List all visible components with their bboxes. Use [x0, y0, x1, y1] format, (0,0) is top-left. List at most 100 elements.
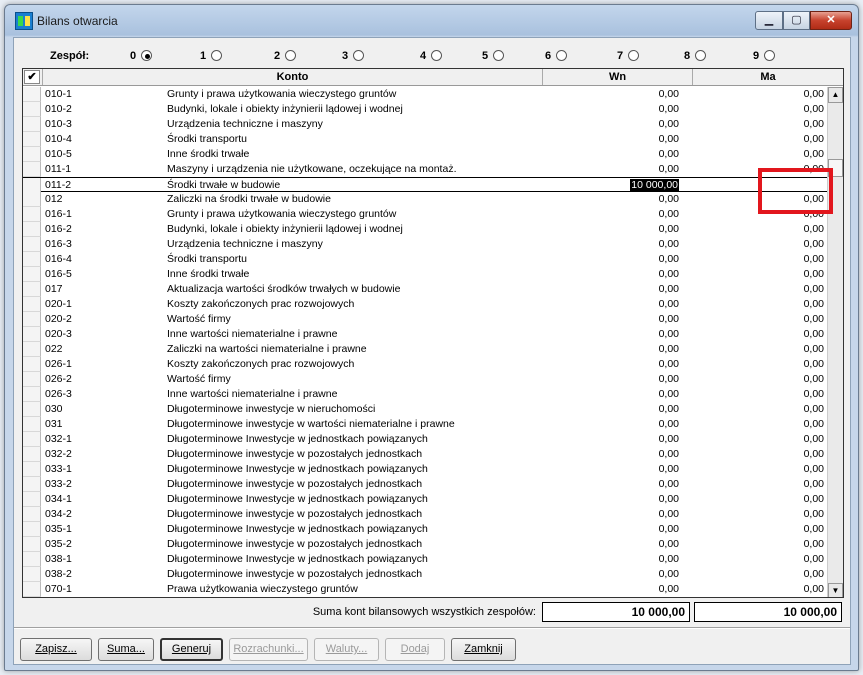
cell-wn[interactable]: 0,00 — [543, 132, 679, 146]
table-row[interactable]: 016-4 Środki transportu 0,00 0,00 — [23, 252, 827, 267]
table-row[interactable]: 035-2 Długoterminowe inwestycje w pozosta… — [23, 537, 827, 552]
scroll-thumb[interactable] — [828, 159, 843, 177]
radio-icon[interactable] — [628, 50, 640, 61]
row-selector[interactable] — [23, 357, 41, 372]
cell-ma[interactable]: 0,00 — [691, 282, 824, 296]
row-selector[interactable] — [23, 477, 41, 492]
row-selector[interactable] — [23, 522, 41, 537]
cell-ma[interactable]: 0,00 — [691, 162, 824, 176]
team-option-0[interactable]: 0 — [130, 50, 153, 62]
cell-ma[interactable]: 0,00 — [691, 87, 824, 101]
cell-ma[interactable]: 0,00 — [691, 297, 824, 311]
cell-ma[interactable]: 0,00 — [691, 477, 824, 491]
table-row[interactable]: 016-2 Budynki, lokale i obiekty inżynieri… — [23, 222, 827, 237]
table-row[interactable]: 011-1 Maszyny i urządzenia nie użytkowane… — [23, 162, 827, 177]
cell-ma[interactable]: 0,00 — [691, 447, 824, 461]
cell-ma[interactable]: 0,00 — [691, 147, 824, 161]
table-row[interactable]: 017 Aktualizacja wartości środków trwałyc… — [23, 282, 827, 297]
team-option-4[interactable]: 4 — [420, 50, 443, 62]
radio-icon[interactable] — [764, 50, 776, 61]
table-row[interactable]: 016-5 Inne środki trwałe 0,00 0,00 — [23, 267, 827, 282]
team-option-1[interactable]: 1 — [200, 50, 223, 62]
row-selector[interactable] — [23, 447, 41, 462]
table-row[interactable]: 020-1 Koszty zakończonych prac rozwojowyc… — [23, 297, 827, 312]
row-selector[interactable] — [23, 537, 41, 552]
check-all-icon[interactable]: ✔ — [24, 70, 40, 84]
row-selector[interactable] — [23, 312, 41, 327]
cell-ma[interactable]: 0,00 — [691, 342, 824, 356]
cell-wn[interactable]: 0,00 — [543, 552, 679, 566]
team-option-6[interactable]: 6 — [545, 50, 568, 62]
cell-wn[interactable]: 0,00 — [543, 102, 679, 116]
table-row[interactable]: 033-2 Długoterminowe inwestycje w pozosta… — [23, 477, 827, 492]
table-row[interactable]: 034-2 Długoterminowe inwestycje w pozosta… — [23, 507, 827, 522]
cell-ma[interactable]: 0,00 — [691, 462, 824, 476]
table-row[interactable]: 010-5 Inne środki trwałe 0,00 0,00 — [23, 147, 827, 162]
cell-wn[interactable]: 0,00 — [543, 537, 679, 551]
cell-wn[interactable]: 0,00 — [543, 327, 679, 341]
table-row[interactable]: 026-3 Inne wartości niematerialne i prawn… — [23, 387, 827, 402]
row-selector[interactable] — [23, 102, 41, 117]
row-selector[interactable] — [23, 237, 41, 252]
cell-wn[interactable]: 0,00 — [543, 417, 679, 431]
row-selector[interactable] — [23, 147, 41, 162]
row-selector[interactable] — [23, 207, 41, 222]
cell-wn[interactable]: 0,00 — [543, 192, 679, 206]
radio-icon[interactable] — [141, 50, 153, 61]
grid-header-check[interactable]: ✔ — [23, 69, 43, 85]
radio-icon[interactable] — [695, 50, 707, 61]
cell-ma[interactable]: 0,00 — [691, 582, 824, 596]
cell-wn[interactable]: 0,00 — [543, 507, 679, 521]
row-selector[interactable] — [23, 417, 41, 432]
zamknij-button[interactable]: Zamknij — [451, 638, 516, 661]
minimize-button[interactable]: ▁ — [755, 11, 783, 30]
row-selector[interactable] — [23, 342, 41, 357]
row-selector[interactable] — [23, 252, 41, 267]
cell-wn[interactable]: 0,00 — [543, 357, 679, 371]
cell-ma[interactable]: 0,00 — [691, 507, 824, 521]
title-bar[interactable]: Bilans otwarcia ▁ ▢ ✕ — [5, 5, 858, 37]
table-row[interactable]: 035-1 Długoterminowe Inwestycje w jednost… — [23, 522, 827, 537]
cell-wn[interactable]: 0,00 — [543, 162, 679, 176]
cell-wn[interactable]: 0,00 — [543, 147, 679, 161]
table-row[interactable]: 038-1 Długoterminowe Inwestycje w jednost… — [23, 552, 827, 567]
cell-ma[interactable]: 0,00 — [691, 117, 824, 131]
table-row[interactable]: 032-2 Długoterminowe inwestycje w pozosta… — [23, 447, 827, 462]
team-option-3[interactable]: 3 — [342, 50, 365, 62]
table-row[interactable]: 026-1 Koszty zakończonych prac rozwojowyc… — [23, 357, 827, 372]
cell-ma[interactable]: 0,00 — [691, 402, 824, 416]
header-konto[interactable]: Konto — [43, 69, 543, 85]
radio-icon[interactable] — [285, 50, 297, 61]
scroll-down-icon[interactable]: ▼ — [828, 583, 843, 597]
cell-ma[interactable]: 0,00 — [691, 492, 824, 506]
cell-wn[interactable]: 0,00 — [543, 582, 679, 596]
table-row[interactable]: 030 Długoterminowe inwestycje w nieruchom… — [23, 402, 827, 417]
row-selector[interactable] — [23, 582, 41, 597]
cell-wn[interactable]: 0,00 — [543, 567, 679, 581]
team-option-2[interactable]: 2 — [274, 50, 297, 62]
row-selector[interactable] — [23, 552, 41, 567]
header-wn[interactable]: Wn — [543, 69, 693, 85]
cell-wn[interactable]: 0,00 — [543, 522, 679, 536]
team-option-9[interactable]: 9 — [753, 50, 776, 62]
cell-wn[interactable]: 0,00 — [543, 312, 679, 326]
cell-wn[interactable]: 0,00 — [543, 387, 679, 401]
cell-wn[interactable]: 0,00 — [543, 252, 679, 266]
cell-wn[interactable]: 0,00 — [543, 462, 679, 476]
row-selector[interactable] — [23, 297, 41, 312]
cell-ma[interactable]: 0,00 — [691, 312, 824, 326]
suma-button[interactable]: Suma... — [98, 638, 154, 661]
table-row[interactable]: 010-4 Środki transportu 0,00 0,00 — [23, 132, 827, 147]
cell-ma[interactable]: 0,00 — [691, 132, 824, 146]
maximize-button[interactable]: ▢ — [783, 11, 810, 30]
rozrachunki-button[interactable]: Rozrachunki... — [229, 638, 308, 661]
table-row[interactable]: 020-2 Wartość firmy 0,00 0,00 — [23, 312, 827, 327]
cell-ma[interactable]: 0,00 — [691, 387, 824, 401]
row-selector[interactable] — [23, 462, 41, 477]
row-selector[interactable] — [23, 372, 41, 387]
cell-ma[interactable]: 0,00 — [691, 252, 824, 266]
dodaj-button[interactable]: Dodaj — [385, 638, 445, 661]
cell-wn[interactable]: 0,00 — [543, 447, 679, 461]
generuj-button[interactable]: Generuj — [160, 638, 223, 661]
cell-ma[interactable]: 0,00 — [691, 417, 824, 431]
